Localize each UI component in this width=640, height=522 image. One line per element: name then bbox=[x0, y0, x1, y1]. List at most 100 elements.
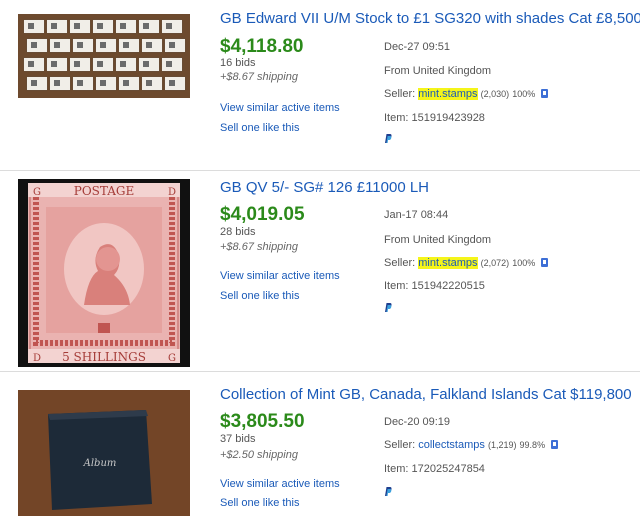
stamp-thumb bbox=[77, 42, 83, 48]
stamp-thumb bbox=[120, 61, 126, 67]
listing-3-price: $3,805.50 bbox=[220, 411, 305, 432]
stamp-thumb bbox=[28, 23, 34, 29]
stamp-thumb bbox=[146, 80, 152, 86]
stamp-thumb bbox=[97, 23, 103, 29]
stamp-corner-br: G bbox=[168, 353, 176, 364]
stock-card bbox=[119, 39, 139, 52]
stock-card bbox=[165, 77, 185, 90]
stock-card bbox=[142, 39, 162, 52]
stock-card bbox=[24, 58, 44, 71]
stamp-thumb bbox=[28, 61, 34, 67]
listing-3-title[interactable]: Collection of Mint GB, Canada, Falkland … bbox=[220, 386, 632, 403]
stamp-thumb bbox=[100, 42, 106, 48]
stamp-thumb bbox=[100, 80, 106, 86]
paypal-icon bbox=[385, 487, 392, 496]
listing-2-seller-name[interactable]: mint.stamps bbox=[418, 257, 478, 269]
listing-3-seller-name[interactable]: collectstamps bbox=[418, 439, 485, 451]
listing-1-title[interactable]: GB Edward VII U/M Stock to £1 SG320 with… bbox=[220, 10, 640, 27]
stock-card bbox=[50, 39, 70, 52]
listing-2-item: Item: 151942220515 bbox=[384, 280, 485, 292]
listing-1-seller: Seller: mint.stamps (2,030) 100% bbox=[384, 88, 549, 100]
paypal-icon bbox=[385, 134, 392, 143]
item-label: Item: bbox=[384, 463, 409, 475]
item-number: 172025247854 bbox=[411, 463, 485, 475]
stock-card bbox=[73, 77, 93, 90]
stock-card bbox=[162, 58, 182, 71]
item-number: 151919423928 bbox=[411, 112, 485, 124]
stamp-thumb bbox=[51, 23, 57, 29]
listing-1: GB Edward VII U/M Stock to £1 SG320 with… bbox=[0, 0, 640, 170]
seller-label: Seller: bbox=[384, 439, 416, 451]
stamp-corner-tr: D bbox=[168, 187, 176, 198]
stamp-thumb bbox=[97, 61, 103, 67]
listing-3: Album Collection of Mint GB, Canada, Fal… bbox=[0, 372, 640, 522]
seller-label: Seller: bbox=[384, 257, 416, 269]
stock-card bbox=[27, 39, 47, 52]
listing-3-date: Dec-20 09:19 bbox=[384, 416, 451, 428]
listing-2-shipping: +$8.67 shipping bbox=[220, 241, 298, 253]
listing-3-seller: Seller: collectstamps (1,219) 99.8% bbox=[384, 439, 559, 451]
seller-label: Seller: bbox=[384, 88, 416, 100]
listing-2-seller: Seller: mint.stamps (2,072) 100% bbox=[384, 257, 549, 269]
listing-2-image[interactable]: POSTAGE 5 SHILLINGS G D D G bbox=[18, 179, 190, 367]
stock-card bbox=[47, 20, 67, 33]
stock-card bbox=[96, 39, 116, 52]
paypal-icon bbox=[385, 303, 392, 312]
stock-card bbox=[24, 20, 44, 33]
stamp-thumb bbox=[31, 80, 37, 86]
stock-card bbox=[139, 20, 159, 33]
stamp-thumb bbox=[120, 23, 126, 29]
listing-2-title[interactable]: GB QV 5/- SG# 126 £11000 LH bbox=[220, 179, 429, 196]
listing-2-sell-one-link[interactable]: Sell one like this bbox=[220, 290, 300, 302]
listing-3-sell-one-link[interactable]: Sell one like this bbox=[220, 497, 300, 509]
stamp-thumb bbox=[146, 42, 152, 48]
stock-card bbox=[162, 20, 182, 33]
listing-2-bids: 28 bids bbox=[220, 226, 256, 238]
item-number: 151942220515 bbox=[411, 280, 485, 292]
stamp-thumb bbox=[169, 42, 175, 48]
stamp-thumb bbox=[51, 61, 57, 67]
stock-card bbox=[139, 58, 159, 71]
listing-2-date: Jan-17 08:44 bbox=[384, 209, 449, 221]
stamp-thumb bbox=[123, 80, 129, 86]
stock-card bbox=[116, 20, 136, 33]
listing-2-price: $4,019.05 bbox=[220, 204, 305, 225]
listing-1-view-similar-link[interactable]: View similar active items bbox=[220, 102, 340, 114]
item-label: Item: bbox=[384, 112, 409, 124]
listing-1-seller-name[interactable]: mint.stamps bbox=[418, 88, 478, 100]
stock-card bbox=[142, 77, 162, 90]
listing-1-price: $4,118.80 bbox=[220, 36, 304, 57]
seller-feedback[interactable]: (1,219) bbox=[488, 440, 517, 450]
stamp-thumb bbox=[54, 80, 60, 86]
stock-card bbox=[73, 39, 93, 52]
stamp-thumb bbox=[74, 61, 80, 67]
listing-1-image[interactable] bbox=[18, 14, 190, 98]
stock-card bbox=[70, 58, 90, 71]
stock-card bbox=[27, 77, 47, 90]
stamp-thumb bbox=[166, 61, 172, 67]
seller-feedback[interactable]: (2,072) bbox=[481, 258, 510, 268]
listing-1-item: Item: 151919423928 bbox=[384, 112, 485, 124]
album-cover-text: Album bbox=[83, 458, 117, 469]
seller-feedback[interactable]: (2,030) bbox=[481, 89, 510, 99]
listing-1-date: Dec-27 09:51 bbox=[384, 41, 451, 53]
stamp-bottom-text: 5 SHILLINGS bbox=[62, 350, 146, 364]
listing-3-shipping: +$2.50 shipping bbox=[220, 449, 298, 461]
stamp-thumb bbox=[143, 61, 149, 67]
stamp-thumb bbox=[123, 42, 129, 48]
listing-3-image[interactable]: Album bbox=[18, 390, 190, 516]
stamp-thumb bbox=[169, 80, 175, 86]
listing-1-sell-one-link[interactable]: Sell one like this bbox=[220, 122, 300, 134]
stock-card bbox=[70, 20, 90, 33]
listing-2: POSTAGE 5 SHILLINGS G D D G GB QV 5/- SG… bbox=[0, 171, 640, 371]
item-label: Item: bbox=[384, 280, 409, 292]
stock-card bbox=[165, 39, 185, 52]
seller-percent: 100% bbox=[512, 258, 536, 268]
listing-3-view-similar-link[interactable]: View similar active items bbox=[220, 478, 340, 490]
listing-2-view-similar-link[interactable]: View similar active items bbox=[220, 270, 340, 282]
stamp-top-text: POSTAGE bbox=[74, 184, 135, 198]
stamp-thumb bbox=[143, 23, 149, 29]
stamp-thumb bbox=[54, 42, 60, 48]
stock-card bbox=[96, 77, 116, 90]
stock-card bbox=[119, 77, 139, 90]
